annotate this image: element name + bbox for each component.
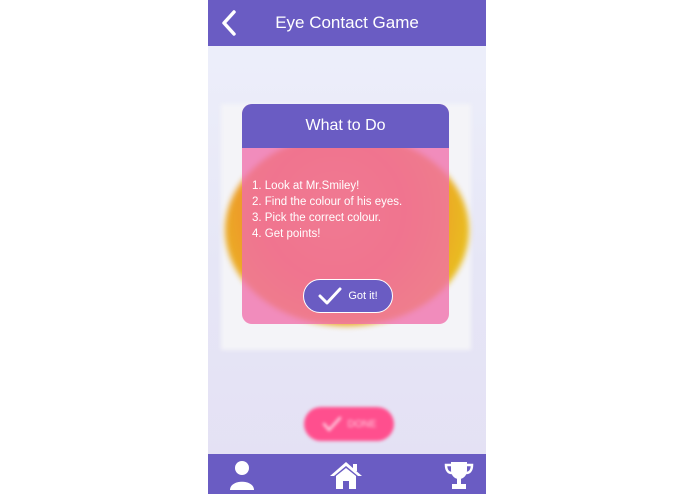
instruction-step: 3. Pick the correct colour.: [252, 212, 382, 224]
done-button-label: DONE: [347, 418, 377, 430]
home-button[interactable]: [329, 458, 363, 492]
bottom-nav: [208, 454, 486, 494]
app-screen: Eye Contact Game DONE What to Do 1. Look…: [208, 0, 486, 494]
profile-icon: [230, 461, 254, 490]
chevron-left-icon: [222, 10, 236, 36]
instructions-dialog: What to Do 1. Look at Mr.Smiley! 2. Find…: [242, 104, 449, 324]
top-bar: Eye Contact Game: [208, 0, 486, 46]
dialog-title: What to Do: [242, 104, 449, 148]
page-title: Eye Contact Game: [275, 13, 419, 32]
home-icon: [330, 462, 362, 489]
done-button[interactable]: DONE: [304, 407, 394, 441]
instruction-step: 2. Find the colour of his eyes.: [252, 196, 403, 208]
got-it-button[interactable]: Got it!: [303, 279, 393, 313]
instruction-list: 1. Look at Mr.Smiley! 2. Find the colour…: [242, 148, 449, 242]
trophy-icon: [444, 462, 474, 489]
back-button[interactable]: [214, 8, 244, 38]
check-icon: [318, 287, 342, 305]
check-icon: [322, 416, 341, 432]
trophy-button[interactable]: [442, 458, 476, 492]
got-it-label: Got it!: [348, 290, 378, 302]
instruction-step: 4. Get points!: [252, 228, 321, 240]
instruction-step: 1. Look at Mr.Smiley!: [252, 180, 360, 192]
profile-button[interactable]: [225, 458, 259, 492]
